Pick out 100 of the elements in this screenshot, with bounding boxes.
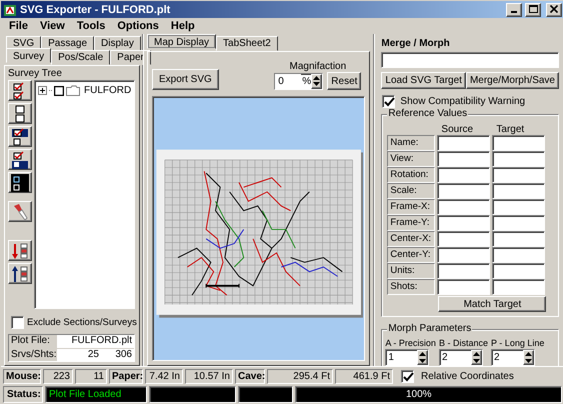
tab[interactable]: Passage bbox=[41, 36, 94, 51]
row-label: Frame-X: bbox=[387, 199, 436, 215]
source-field[interactable] bbox=[437, 135, 490, 151]
target-field[interactable] bbox=[492, 247, 546, 263]
menu-item[interactable]: Help bbox=[164, 20, 201, 32]
exclude-checkbox[interactable] bbox=[11, 316, 24, 329]
target-field[interactable] bbox=[492, 279, 546, 295]
spin-button[interactable] bbox=[470, 350, 482, 365]
source-field[interactable] bbox=[437, 215, 490, 231]
tab[interactable]: Map Display bbox=[147, 34, 216, 49]
menu-item[interactable]: Tools bbox=[70, 20, 112, 32]
panel-title: Merge / Morph bbox=[381, 37, 451, 50]
menu-item[interactable]: Options bbox=[111, 20, 165, 32]
tab[interactable]: Paper bbox=[110, 50, 151, 65]
up-arrow-icon[interactable] bbox=[313, 76, 320, 80]
minimize-icon bbox=[511, 10, 517, 12]
match-target-button[interactable]: Match Target bbox=[438, 296, 546, 312]
plot-file-value: FULFORD.plt bbox=[57, 335, 134, 348]
magnification-label: Magnifaction bbox=[288, 61, 348, 72]
reset-button[interactable]: Reset bbox=[327, 72, 362, 90]
source-field[interactable] bbox=[437, 151, 490, 167]
row-label: Units: bbox=[387, 263, 436, 279]
column-header: Target bbox=[495, 125, 526, 135]
row-label: Rotation: bbox=[387, 167, 436, 183]
paper-width: 7.42 In bbox=[145, 369, 183, 384]
spin-button[interactable] bbox=[417, 350, 428, 365]
row-label: Frame-Y: bbox=[387, 215, 436, 231]
target-field[interactable] bbox=[492, 263, 546, 279]
unit-label: % bbox=[301, 76, 312, 86]
selection-list-icon bbox=[11, 174, 29, 192]
tab[interactable]: Pos/Scale bbox=[51, 50, 110, 65]
uncheck-all-button[interactable] bbox=[8, 103, 32, 124]
status-label: Cave: bbox=[235, 369, 265, 384]
status-panel bbox=[238, 386, 293, 403]
source-field[interactable] bbox=[437, 279, 490, 295]
selection-list-button[interactable] bbox=[8, 172, 32, 193]
close-icon bbox=[549, 5, 559, 14]
source-field[interactable] bbox=[437, 263, 490, 279]
row-label: Scale: bbox=[387, 183, 436, 199]
checkbox-label: Exclude Sections/Surveys bbox=[27, 317, 137, 328]
sort-down-button[interactable] bbox=[8, 240, 32, 261]
row-label: Shots: bbox=[387, 279, 436, 295]
target-field[interactable] bbox=[492, 215, 546, 231]
progress-value: 100% bbox=[295, 386, 562, 403]
up-arrow-icon[interactable] bbox=[472, 352, 480, 356]
source-field[interactable] bbox=[437, 247, 490, 263]
parameter-field[interactable]: 2 bbox=[490, 349, 535, 366]
target-field[interactable] bbox=[492, 135, 546, 151]
relative-checkbox[interactable] bbox=[401, 370, 414, 383]
row-label: Center-X: bbox=[387, 231, 436, 247]
target-field[interactable] bbox=[492, 199, 546, 215]
target-file-field[interactable] bbox=[381, 52, 559, 68]
spin-button[interactable] bbox=[311, 74, 322, 88]
target-field[interactable] bbox=[492, 151, 546, 167]
check-selected-button[interactable] bbox=[8, 126, 32, 147]
parameter-field[interactable]: 1 bbox=[385, 349, 430, 366]
shots-count: 306 bbox=[107, 349, 134, 361]
row-label: Name: bbox=[387, 135, 436, 151]
tab[interactable]: Survey bbox=[6, 48, 52, 63]
tab[interactable]: TabSheet2 bbox=[216, 36, 278, 51]
export-svg-button[interactable]: Export SVG bbox=[152, 69, 219, 90]
down-arrow-icon[interactable] bbox=[313, 82, 320, 86]
checkbox-selected-icon bbox=[11, 150, 29, 168]
sort-up-button[interactable] bbox=[8, 263, 32, 284]
tree-node[interactable]: FULFORD bbox=[82, 85, 132, 96]
down-arrow-icon[interactable] bbox=[524, 358, 532, 363]
checkbox-selected-button[interactable] bbox=[8, 149, 32, 170]
magnification-field[interactable]: 0 % bbox=[274, 72, 324, 90]
warning-checkbox[interactable] bbox=[382, 95, 396, 108]
close-button[interactable] bbox=[546, 2, 562, 16]
check-all-button[interactable] bbox=[8, 80, 32, 101]
menu-item[interactable]: View bbox=[34, 20, 71, 32]
status-label: Mouse: bbox=[3, 369, 41, 384]
row-label: Center-Y: bbox=[387, 247, 436, 263]
down-arrow-icon[interactable] bbox=[419, 358, 426, 363]
source-field[interactable] bbox=[437, 167, 490, 183]
surveys-count: 25 bbox=[57, 349, 107, 361]
up-arrow-icon[interactable] bbox=[419, 352, 426, 356]
source-field[interactable] bbox=[437, 199, 490, 215]
parameter-field[interactable]: 2 bbox=[438, 349, 483, 366]
target-field[interactable] bbox=[492, 167, 546, 183]
minimize-button[interactable] bbox=[506, 2, 522, 16]
expand-icon[interactable] bbox=[38, 86, 47, 95]
tab[interactable]: Display bbox=[94, 36, 141, 51]
tree-checkbox[interactable] bbox=[54, 86, 64, 96]
source-field[interactable] bbox=[437, 231, 490, 247]
sort-down-icon bbox=[11, 242, 29, 260]
load-svg-target-button[interactable]: Load SVG Target bbox=[381, 72, 466, 89]
menu-item[interactable]: File bbox=[3, 20, 34, 32]
up-arrow-icon[interactable] bbox=[524, 352, 532, 356]
target-field[interactable] bbox=[492, 183, 546, 199]
status-message: Plot File Loaded bbox=[45, 386, 147, 403]
row-label: View: bbox=[387, 151, 436, 167]
down-arrow-icon[interactable] bbox=[472, 358, 480, 363]
source-field[interactable] bbox=[437, 183, 490, 199]
merge-save-button[interactable]: Merge/Morph/Save bbox=[466, 72, 559, 89]
maximize-button[interactable] bbox=[525, 2, 541, 16]
spin-button[interactable] bbox=[522, 350, 534, 365]
target-field[interactable] bbox=[492, 231, 546, 247]
group-title: Morph Parameters bbox=[387, 323, 472, 334]
